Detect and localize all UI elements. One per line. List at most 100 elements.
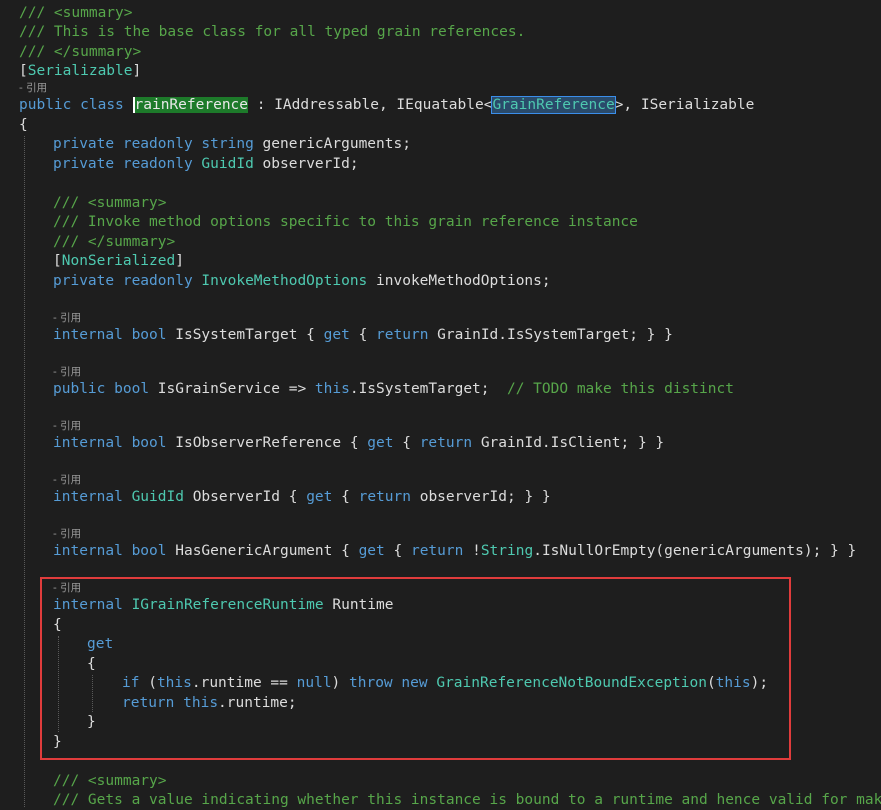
- code-line[interactable]: /// <summary>: [53, 194, 167, 213]
- code-token: // TODO make this distinct: [506, 381, 734, 397]
- code-token: ]: [132, 63, 142, 79]
- code-token: internal: [53, 489, 123, 505]
- code-token: String: [480, 543, 534, 559]
- code-token: InvokeMethodOptions: [201, 273, 368, 289]
- code-token: return: [419, 435, 473, 451]
- code-token: /// <summary>: [53, 773, 167, 789]
- code-token: internal: [53, 327, 123, 343]
- code-token: rainReference: [134, 97, 249, 113]
- code-token: internal: [53, 543, 123, 559]
- code-line[interactable]: /// </summary>: [53, 233, 175, 252]
- codelens-references[interactable]: - 引用: [19, 82, 47, 94]
- code-token: IsGrainService =>: [149, 381, 315, 397]
- indent-guide: [24, 136, 25, 807]
- code-token: HasGenericArgument {: [166, 543, 359, 559]
- code-token: bool: [131, 435, 167, 451]
- code-token: {: [349, 327, 377, 343]
- code-token: NonSerialized: [61, 253, 176, 269]
- code-token: {: [19, 117, 28, 133]
- code-line[interactable]: /// This is the base class for all typed…: [19, 23, 525, 42]
- code-token: /// <summary>: [53, 195, 167, 211]
- code-token: bool: [114, 381, 150, 397]
- code-line[interactable]: /// <summary>: [53, 772, 167, 791]
- code-token: string: [201, 136, 254, 152]
- code-line[interactable]: /// <summary>: [19, 4, 133, 23]
- code-token: .IsNullOrEmpty(genericArguments); } }: [533, 543, 857, 559]
- code-token: /// </summary>: [19, 44, 142, 60]
- code-token: /// </summary>: [53, 234, 176, 250]
- code-token: return: [410, 543, 464, 559]
- code-token: /// This is the base class for all typed…: [19, 24, 526, 40]
- code-line[interactable]: internal bool IsObserverReference { get …: [53, 434, 664, 453]
- codelens-references[interactable]: - 引用: [53, 366, 81, 378]
- code-token: readonly: [122, 136, 193, 152]
- code-token: return: [358, 489, 411, 505]
- code-line[interactable]: {: [19, 116, 28, 135]
- highlight-annotation-box: [40, 577, 791, 760]
- code-token: IsObserverReference {: [166, 435, 368, 451]
- code-token: genericArguments;: [253, 136, 411, 152]
- codelens-references[interactable]: - 引用: [53, 528, 81, 540]
- code-line[interactable]: /// Invoke method options specific to th…: [53, 213, 638, 232]
- code-line[interactable]: private readonly InvokeMethodOptions inv…: [53, 272, 551, 291]
- code-token: public: [53, 381, 106, 397]
- code-token: {: [384, 543, 411, 559]
- code-line[interactable]: [NonSerialized]: [53, 252, 184, 271]
- code-line[interactable]: public bool IsGrainService => this.IsSys…: [53, 380, 734, 399]
- code-token: GuidId: [131, 489, 184, 505]
- code-token: GrainReference: [491, 96, 616, 114]
- code-line[interactable]: public class rainReference : IAddressabl…: [19, 96, 754, 115]
- code-line[interactable]: [Serializable]: [19, 62, 141, 81]
- code-token: invokeMethodOptions;: [367, 273, 551, 289]
- codelens-references[interactable]: - 引用: [53, 474, 81, 486]
- code-token: get: [306, 489, 333, 505]
- code-token: internal: [53, 435, 123, 451]
- code-token: get: [367, 435, 394, 451]
- code-token: get: [358, 543, 385, 559]
- code-token: bool: [131, 543, 167, 559]
- code-token: private: [53, 156, 115, 172]
- code-token: readonly: [122, 156, 193, 172]
- code-token: IsSystemTarget {: [166, 327, 324, 343]
- code-line[interactable]: internal bool IsSystemTarget { get { ret…: [53, 326, 673, 345]
- code-token: Serializable: [27, 63, 133, 79]
- code-line[interactable]: /// Gets a value indicating whether this…: [53, 791, 881, 810]
- code-token: observerId;: [253, 156, 359, 172]
- code-token: public: [19, 97, 72, 113]
- code-token: GuidId: [201, 156, 254, 172]
- codelens-references[interactable]: - 引用: [53, 420, 81, 432]
- codelens-references[interactable]: - 引用: [53, 312, 81, 324]
- code-token: private: [53, 273, 115, 289]
- code-token: /// Invoke method options specific to th…: [53, 214, 638, 230]
- code-token: [: [53, 253, 62, 269]
- code-token: >, ISerializable: [614, 97, 755, 113]
- code-token: .IsSystemTarget;: [349, 381, 507, 397]
- code-line[interactable]: /// </summary>: [19, 43, 141, 62]
- code-token: private: [53, 136, 115, 152]
- code-token: /// <summary>: [19, 5, 133, 21]
- code-line[interactable]: private readonly GuidId observerId;: [53, 155, 359, 174]
- code-token: GrainId.IsClient; } }: [472, 435, 665, 451]
- code-token: [: [19, 63, 28, 79]
- code-line[interactable]: internal bool HasGenericArgument { get {…: [53, 542, 856, 561]
- code-line[interactable]: private readonly string genericArguments…: [53, 135, 411, 154]
- code-token: {: [393, 435, 420, 451]
- code-token: ObserverId {: [183, 489, 307, 505]
- code-token: this: [314, 381, 350, 397]
- code-token: ]: [175, 253, 184, 269]
- code-token: bool: [131, 327, 167, 343]
- code-token: !: [463, 543, 481, 559]
- code-token: GrainId.IsSystemTarget; } }: [428, 327, 673, 343]
- code-token: observerId; } }: [410, 489, 551, 505]
- code-line[interactable]: internal GuidId ObserverId { get { retur…: [53, 488, 551, 507]
- code-token: /// Gets a value indicating whether this…: [53, 792, 881, 808]
